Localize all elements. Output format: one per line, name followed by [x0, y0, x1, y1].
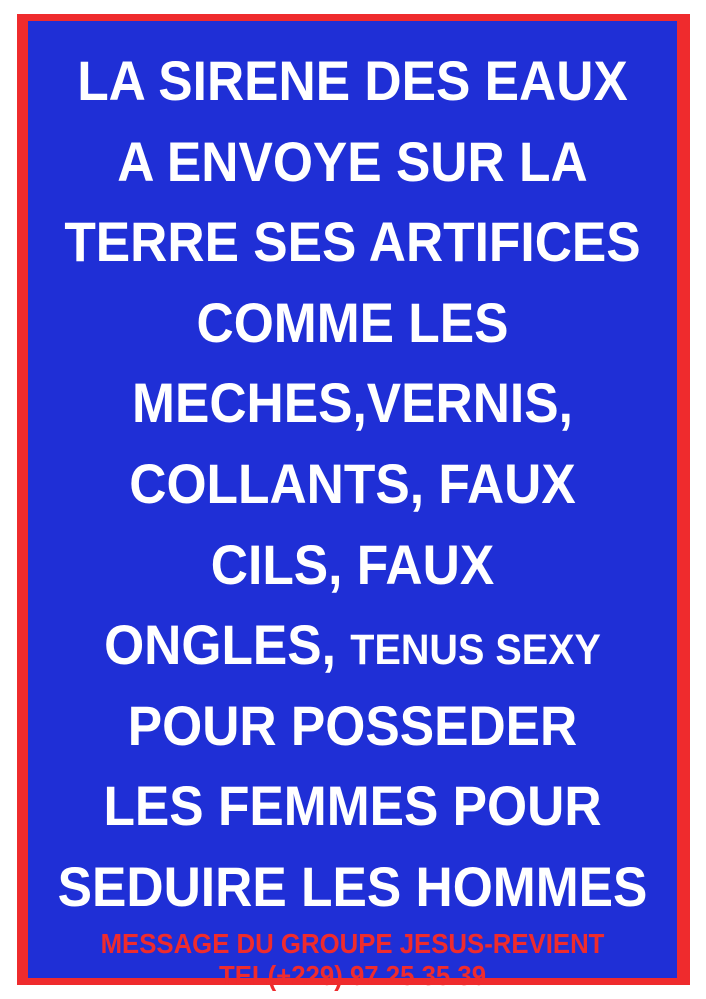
footer-message: MESSAGE DU GROUPE JESUS-REVIENT	[100, 927, 605, 959]
message-line: MECHES,VERNIS,	[132, 371, 573, 435]
message-line: COLLANTS, FAUX	[129, 451, 576, 515]
message-line-small: TENUS SEXY	[350, 626, 601, 675]
message-line: CILS, FAUX	[210, 532, 495, 596]
footer-phone: TEL(+229) 97 25 35 39	[218, 959, 487, 991]
message-line: LA SIRENE DES EAUX	[77, 49, 628, 112]
message-line: A ENVOYE SUR LA	[117, 129, 588, 193]
message-line-part: ONGLES,	[104, 613, 336, 677]
poster-frame: LA SIRENE DES EAUX A ENVOYE SUR LA TERRE…	[17, 14, 690, 991]
message-line: TERRE SES ARTIFICES	[64, 210, 641, 274]
poster-panel: LA SIRENE DES EAUX A ENVOYE SUR LA TERRE…	[28, 21, 677, 991]
message-line: LES FEMMES POUR	[103, 774, 602, 838]
message-line: COMME LES	[196, 290, 509, 354]
message-line: ONGLES, TENUS SEXY	[54, 605, 651, 686]
message-line: POUR POSSEDER	[127, 693, 578, 757]
poster-message: LA SIRENE DES EAUX A ENVOYE SUR LA TERRE…	[28, 41, 677, 928]
message-line: SEDUIRE LES HOMMES	[57, 854, 648, 918]
poster-footer: MESSAGE DU GROUPE JESUS-REVIENT TEL(+229…	[28, 928, 677, 992]
